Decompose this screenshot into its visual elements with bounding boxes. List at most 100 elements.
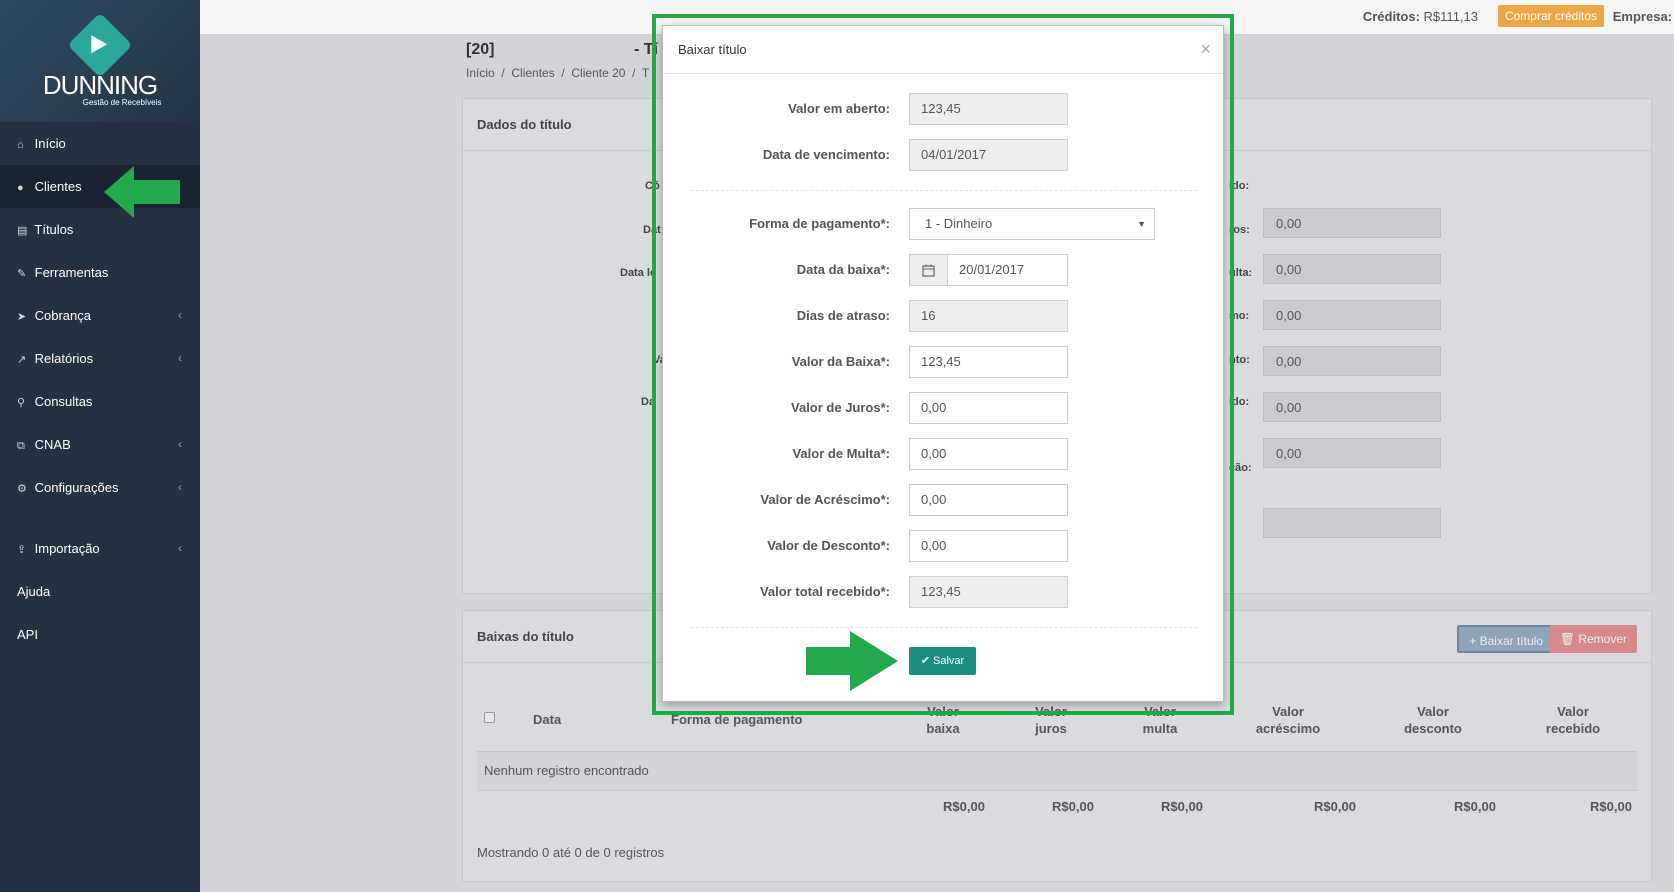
label-data-vencimento: Data de vencimento: <box>762 147 890 162</box>
arrow-left-highlight <box>104 166 180 218</box>
close-icon[interactable]: × <box>1200 26 1211 74</box>
sidebar-item-label: Cobrança <box>34 308 91 323</box>
logo-play-icon <box>67 12 133 78</box>
select-all-checkbox[interactable] <box>484 712 495 723</box>
valor-desconto-input[interactable]: 0,00 <box>909 530 1068 562</box>
valor-baixa-input[interactable]: 123,45 <box>909 346 1068 378</box>
label-valor-aberto: Valor em aberto: <box>788 101 890 116</box>
logo[interactable]: DUNNING Gestão de Recebíveis <box>0 0 200 122</box>
readonly-field: 0,00 <box>1263 300 1441 330</box>
forma-pagamento-select[interactable]: 1 - Dinheiro ▼ <box>909 208 1155 240</box>
field-label: Data le <box>620 267 657 279</box>
salvar-button[interactable]: ✔ Salvar <box>909 647 976 675</box>
divider <box>691 627 1197 628</box>
label-valor-multa: Valor de Multa*: <box>792 446 890 461</box>
label-valor-desconto: Valor de Desconto*: <box>767 538 890 553</box>
remover-button[interactable]: 🗑 Remover <box>1549 625 1637 653</box>
row-dias-atraso: Dias de atraso: 16 <box>663 300 1225 332</box>
row-forma-pagamento: Forma de pagamento*: 1 - Dinheiro ▼ <box>663 208 1225 240</box>
readonly-field: 0,00 <box>1263 208 1441 238</box>
col-valor-recebido[interactable]: Valor recebido <box>1533 703 1613 737</box>
breadcrumb-inicio[interactable]: Início <box>466 66 495 80</box>
row-valor-juros: Valor de Juros*: 0,00 <box>663 392 1225 424</box>
data-baixa-input[interactable]: 20/01/2017 <box>947 254 1068 286</box>
sidebar-item-ajuda[interactable]: Ajuda <box>0 570 200 613</box>
row-data-vencimento: Data de vencimento: 04/01/2017 <box>663 139 1225 171</box>
valor-total-field: 123,45 <box>909 576 1068 608</box>
valor-acrescimo-input[interactable]: 0,00 <box>909 484 1068 516</box>
row-valor-total: Valor total recebido*: 123,45 <box>663 576 1225 608</box>
page-title-id: [20] <box>466 41 495 58</box>
sidebar: DUNNING Gestão de Recebíveis ⌂ Início ● … <box>0 0 200 892</box>
file-icon: ▤ <box>17 225 28 237</box>
total-multa: R$0,00 <box>1161 799 1203 814</box>
chevron-left-icon: ‹ <box>178 308 182 322</box>
copy-icon: ⧉ <box>17 440 25 452</box>
label-data-baixa: Data da baixa*: <box>796 262 890 277</box>
baixar-titulo-modal: Baixar título × Valor em aberto: 123,45 … <box>662 25 1224 702</box>
dias-atraso-field: 16 <box>909 300 1068 332</box>
label-valor-juros: Valor de Juros*: <box>791 400 890 415</box>
sidebar-item-relatorios[interactable]: ↗ Relatórios ‹ <box>0 337 200 380</box>
divider <box>691 190 1197 191</box>
col-valor-desconto[interactable]: Valor desconto <box>1393 703 1473 737</box>
total-baixa: R$0,00 <box>943 799 985 814</box>
label-valor-acrescimo: Valor de Acréscimo*: <box>760 492 890 507</box>
user-icon: ● <box>17 182 24 194</box>
row-data-baixa: Data da baixa*: 20/01/2017 <box>663 254 1225 286</box>
chevron-left-icon: ‹ <box>178 480 182 494</box>
row-valor-multa: Valor de Multa*: 0,00 <box>663 438 1225 470</box>
empty-row: Nenhum registro encontrado <box>477 751 1637 791</box>
label-valor-total: Valor total recebido*: <box>759 584 890 599</box>
sidebar-item-consultas[interactable]: ⚲ Consultas <box>0 380 200 423</box>
caret-down-icon: ▼ <box>1137 219 1146 229</box>
readonly-field: 0,00 <box>1263 254 1441 284</box>
breadcrumb-cliente[interactable]: Cliente 20 <box>571 66 625 80</box>
sidebar-item-label: Configurações <box>34 480 119 495</box>
sidebar-item-label: Títulos <box>34 222 74 237</box>
readonly-field: 0,00 <box>1263 438 1441 468</box>
buy-credits-button[interactable]: Comprar créditos <box>1497 5 1604 27</box>
sidebar-item-configuracoes[interactable]: ⚙ Configurações ‹ <box>0 466 200 509</box>
credits-value: R$111,13 <box>1423 9 1478 24</box>
sidebar-item-importacao[interactable]: ⇪ Importação ‹ <box>0 527 200 570</box>
sidebar-item-ferramentas[interactable]: ✎ Ferramentas <box>0 251 200 294</box>
sidebar-item-label: Importação <box>34 541 100 556</box>
readonly-field: 0,00 <box>1263 346 1441 376</box>
label-valor-baixa: Valor da Baixa*: <box>791 354 890 369</box>
wrench-icon: ✎ <box>17 268 27 280</box>
sidebar-item-label: Ajuda <box>17 584 51 599</box>
forma-pagamento-value: 1 - Dinheiro <box>925 216 993 231</box>
sidebar-item-label: Clientes <box>34 179 82 194</box>
row-valor-desconto: Valor de Desconto*: 0,00 <box>663 530 1225 562</box>
valor-juros-input[interactable]: 0,00 <box>909 392 1068 424</box>
calendar-icon[interactable] <box>909 254 948 286</box>
sidebar-item-label: Ferramentas <box>34 265 109 280</box>
label-dias-atraso: Dias de atraso: <box>796 308 890 323</box>
sidebar-item-cobranca[interactable]: ➤ Cobrança ‹ <box>0 294 200 337</box>
sidebar-item-inicio[interactable]: ⌂ Início <box>0 122 200 165</box>
col-valor-acrescimo[interactable]: Valor acréscimo <box>1243 703 1333 737</box>
valor-multa-input[interactable]: 0,00 <box>909 438 1068 470</box>
chevron-left-icon: ‹ <box>178 437 182 451</box>
readonly-field <box>1263 508 1441 538</box>
sidebar-item-label: Início <box>34 136 66 151</box>
valor-aberto-field: 123,45 <box>909 93 1068 125</box>
sidebar-item-cnab[interactable]: ⧉ CNAB ‹ <box>0 423 200 466</box>
chart-icon: ↗ <box>17 354 27 366</box>
breadcrumb: Início / Clientes / Cliente 20 / T <box>466 66 650 80</box>
logo-text: DUNNING <box>42 70 158 100</box>
row-valor-acrescimo: Valor de Acréscimo*: 0,00 <box>663 484 1225 516</box>
arrow-right-highlight <box>806 631 898 691</box>
breadcrumb-clientes[interactable]: Clientes <box>511 66 554 80</box>
credits-display: Créditos: R$111,13 <box>1363 9 1478 24</box>
sidebar-item-api[interactable]: API <box>0 613 200 656</box>
row-valor-baixa: Valor da Baixa*: 123,45 <box>663 346 1225 378</box>
baixar-titulo-button[interactable]: + Baixar título <box>1457 625 1555 653</box>
data-vencimento-field: 04/01/2017 <box>909 139 1068 171</box>
home-icon: ⌂ <box>17 139 24 151</box>
readonly-field: 0,00 <box>1263 392 1441 422</box>
sidebar-item-label: API <box>17 627 38 642</box>
col-data[interactable]: Data <box>533 711 561 728</box>
total-acrescimo: R$0,00 <box>1314 799 1356 814</box>
